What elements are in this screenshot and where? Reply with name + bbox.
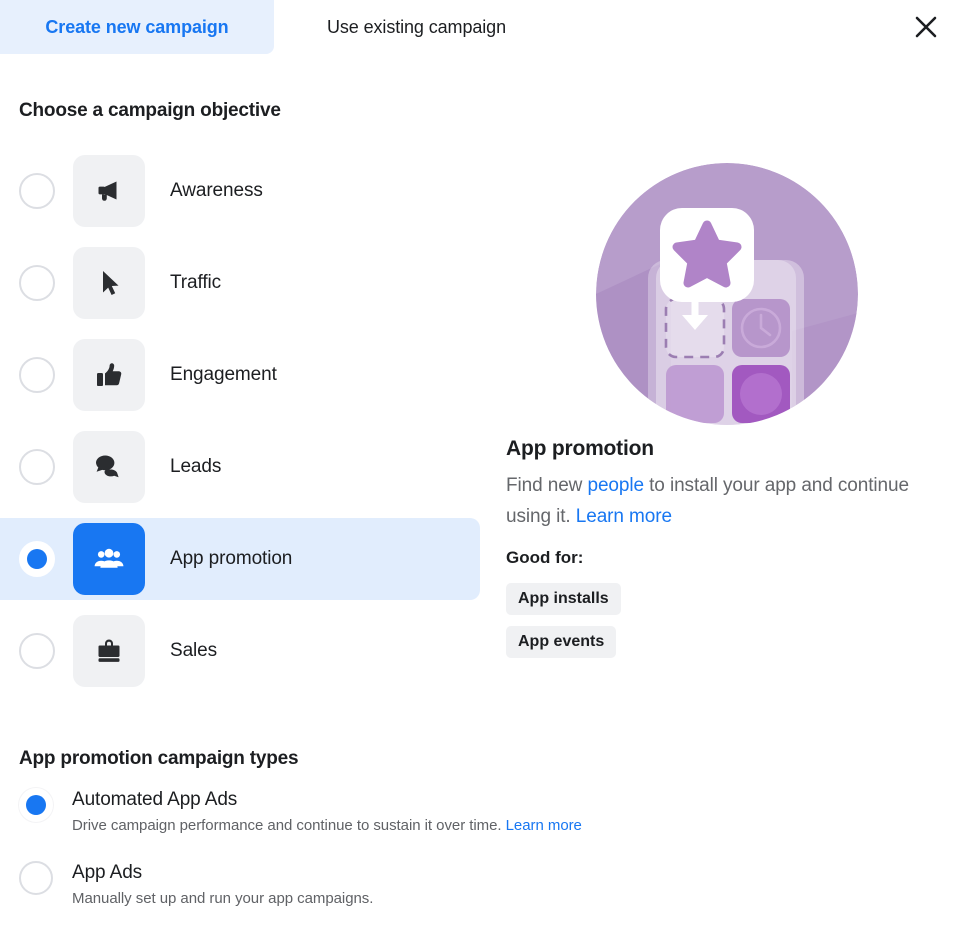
radio-sales[interactable] <box>19 633 55 669</box>
campaign-type-text-app-ads: App Ads Manually set up and run your app… <box>72 860 373 907</box>
tab-create-new-campaign[interactable]: Create new campaign <box>0 0 274 54</box>
tab-use-existing-campaign-label: Use existing campaign <box>327 16 506 37</box>
radio-app-ads[interactable] <box>19 861 53 895</box>
radio-engagement[interactable] <box>19 357 55 393</box>
tab-create-new-campaign-label: Create new campaign <box>45 16 229 37</box>
thumbs-up-icon <box>73 339 145 411</box>
objective-label-app-promotion: App promotion <box>170 548 293 569</box>
objective-label-traffic: Traffic <box>170 272 222 293</box>
tab-bar: Create new campaign Use existing campaig… <box>0 0 960 56</box>
close-button[interactable] <box>906 7 946 47</box>
close-icon <box>915 16 937 38</box>
detail-title: App promotion <box>506 437 654 460</box>
objective-label-sales: Sales <box>170 640 218 661</box>
detail-description: Find new people to install your app and … <box>506 470 918 532</box>
radio-awareness[interactable] <box>19 173 55 209</box>
good-for-chips: App installs App events <box>506 583 621 669</box>
chip-app-events: App events <box>506 626 617 658</box>
campaign-type-text-automated-app-ads: Automated App Ads Drive campaign perform… <box>72 787 582 834</box>
chat-bubble-icon <box>73 431 145 503</box>
chip-app-installs: App installs <box>506 583 621 615</box>
briefcase-icon <box>73 615 145 687</box>
campaign-type-row-app-ads[interactable]: App Ads Manually set up and run your app… <box>19 860 799 907</box>
objective-list: Awareness Traffic Engagement Leads App p… <box>0 150 480 702</box>
cursor-icon <box>73 247 145 319</box>
campaign-objective-dialog: Create new campaign Use existing campaig… <box>0 0 960 946</box>
objective-label-leads: Leads <box>170 456 222 477</box>
campaign-type-description-automated-app-ads: Drive campaign performance and continue … <box>72 817 582 834</box>
radio-traffic[interactable] <box>19 265 55 301</box>
radio-automated-app-ads[interactable] <box>19 788 53 822</box>
detail-description-part1: Find new <box>506 475 588 496</box>
campaign-type-description-app-ads: Manually set up and run your app campaig… <box>72 890 374 907</box>
objective-section-title: Choose a campaign objective <box>19 100 281 121</box>
campaign-types-list: Automated App Ads Drive campaign perform… <box>19 787 799 933</box>
objective-row-awareness[interactable]: Awareness <box>0 150 480 232</box>
good-for-label: Good for: <box>506 548 584 567</box>
people-icon <box>73 523 145 595</box>
megaphone-icon <box>73 155 145 227</box>
campaign-types-title: App promotion campaign types <box>19 748 299 769</box>
objective-label-engagement: Engagement <box>170 364 277 385</box>
radio-leads[interactable] <box>19 449 55 485</box>
campaign-type-label-automated-app-ads: Automated App Ads <box>72 789 238 810</box>
tab-use-existing-campaign[interactable]: Use existing campaign <box>274 0 559 54</box>
objective-row-traffic[interactable]: Traffic <box>0 242 480 324</box>
detail-learn-more-link[interactable]: Learn more <box>576 506 672 527</box>
app-install-illustration <box>596 163 858 425</box>
campaign-type-label-app-ads: App Ads <box>72 862 143 883</box>
radio-app-promotion[interactable] <box>19 541 55 577</box>
campaign-type-description-text: Drive campaign performance and continue … <box>72 817 502 834</box>
campaign-type-row-automated-app-ads[interactable]: Automated App Ads Drive campaign perform… <box>19 787 799 834</box>
objective-row-engagement[interactable]: Engagement <box>0 334 480 416</box>
objective-label-awareness: Awareness <box>170 180 263 201</box>
objective-row-sales[interactable]: Sales <box>0 610 480 692</box>
objective-row-leads[interactable]: Leads <box>0 426 480 508</box>
campaign-type-learn-more-link[interactable]: Learn more <box>506 817 582 834</box>
objective-row-app-promotion[interactable]: App promotion <box>0 518 480 600</box>
people-link[interactable]: people <box>587 475 644 496</box>
